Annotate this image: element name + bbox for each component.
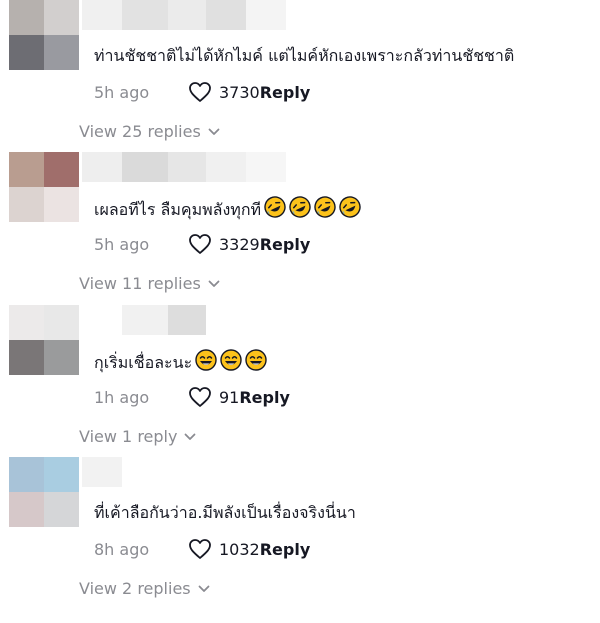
avatar[interactable] xyxy=(9,152,79,222)
avatar[interactable] xyxy=(9,457,79,527)
view-replies-label: View 1 reply xyxy=(79,427,178,446)
laughing-emoji xyxy=(195,349,217,378)
chevron-down-icon xyxy=(198,585,210,592)
heart-icon xyxy=(189,539,211,559)
reply-button[interactable]: Reply xyxy=(260,83,311,102)
like-count: 91 xyxy=(219,387,240,407)
comment-text: ท่านชัชชาติไม่ได้หักไมค์ แต่ไมค์หักเองเพ… xyxy=(94,44,514,68)
rofl-emoji xyxy=(339,196,361,225)
emoji-group xyxy=(192,349,267,372)
comment-meta: 5h ago 3329 Reply xyxy=(94,232,310,256)
comment-text: เผลอทีไร ลืมคุมพลังทุกที xyxy=(94,196,361,225)
avatar[interactable] xyxy=(9,305,79,375)
comment-item: ท่านชัชชาติไม่ได้หักไมค์ แต่ไมค์หักเองเพ… xyxy=(0,0,600,152)
like-button[interactable]: 91 xyxy=(188,386,239,408)
comment-meta: 5h ago 3730 Reply xyxy=(94,80,310,104)
comment-item: กุเริ่มเชื่อละนะ 1h ago 91 Reply View 1 … xyxy=(0,305,600,457)
comment-meta: 1h ago 91 Reply xyxy=(94,385,290,409)
view-replies-label: View 25 replies xyxy=(79,122,201,141)
like-count: 3730 xyxy=(219,82,260,102)
heart-icon xyxy=(189,82,211,102)
comment-time: 8h ago xyxy=(94,539,150,559)
laughing-emoji xyxy=(220,349,242,378)
chevron-down-icon xyxy=(185,433,196,440)
rofl-emoji xyxy=(314,196,336,225)
view-replies-label: View 2 replies xyxy=(79,579,191,598)
comment-time: 5h ago xyxy=(94,234,150,254)
like-button[interactable]: 1032 xyxy=(188,538,260,560)
username-blurred[interactable] xyxy=(82,0,286,30)
comment-text-content: ที่เค้าลือกันว่าอ.มีพลังเป็นเรื่องจริงนี… xyxy=(94,503,356,522)
emoji-group xyxy=(261,196,361,219)
rofl-emoji xyxy=(264,196,286,225)
rofl-emoji xyxy=(289,196,311,225)
view-replies-button[interactable]: View 2 replies xyxy=(79,579,210,598)
username-blurred[interactable] xyxy=(82,457,286,487)
reply-button[interactable]: Reply xyxy=(239,388,290,407)
like-button[interactable]: 3329 xyxy=(188,233,260,255)
comment-text-content: กุเริ่มเชื่อละนะ xyxy=(94,353,193,372)
comment-item: ที่เค้าลือกันว่าอ.มีพลังเป็นเรื่องจริงนี… xyxy=(0,457,600,609)
comment-meta: 8h ago 1032 Reply xyxy=(94,537,310,561)
heart-icon xyxy=(189,387,211,407)
comment-text-content: ท่านชัชชาติไม่ได้หักไมค์ แต่ไมค์หักเองเพ… xyxy=(94,46,515,65)
comment-text: ที่เค้าลือกันว่าอ.มีพลังเป็นเรื่องจริงนี… xyxy=(94,501,356,525)
laughing-emoji xyxy=(245,349,267,378)
comment-time: 5h ago xyxy=(94,82,150,102)
chevron-down-icon xyxy=(208,128,220,135)
username-blurred[interactable] xyxy=(82,305,286,335)
avatar[interactable] xyxy=(9,0,79,70)
heart-icon xyxy=(189,234,211,254)
chevron-down-icon xyxy=(208,280,220,287)
comment-item: เผลอทีไร ลืมคุมพลังทุกที 5h ago 3329 Rep… xyxy=(0,152,600,304)
reply-button[interactable]: Reply xyxy=(260,540,311,559)
view-replies-label: View 11 replies xyxy=(79,274,201,293)
comment-text-content: เผลอทีไร ลืมคุมพลังทุกที xyxy=(94,200,262,219)
comment-time: 1h ago xyxy=(94,387,150,407)
view-replies-button[interactable]: View 1 reply xyxy=(79,427,196,446)
like-count: 3329 xyxy=(219,234,260,254)
reply-button[interactable]: Reply xyxy=(260,235,311,254)
view-replies-button[interactable]: View 25 replies xyxy=(79,122,220,141)
view-replies-button[interactable]: View 11 replies xyxy=(79,274,220,293)
username-blurred[interactable] xyxy=(82,152,286,182)
like-count: 1032 xyxy=(219,539,260,559)
like-button[interactable]: 3730 xyxy=(188,81,260,103)
comment-text: กุเริ่มเชื่อละนะ xyxy=(94,349,267,378)
